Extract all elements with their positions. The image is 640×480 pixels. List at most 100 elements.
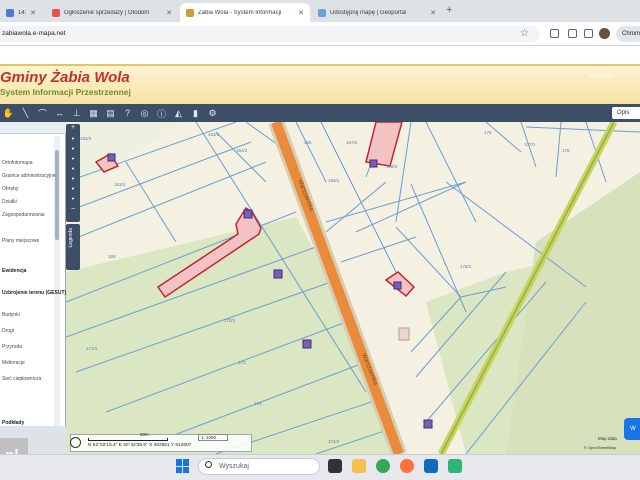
- windows-start-icon[interactable]: [176, 459, 190, 473]
- layer-item[interactable]: Działki: [2, 199, 17, 205]
- file-explorer-icon[interactable]: [352, 459, 366, 473]
- print-icon[interactable]: ▤: [102, 104, 119, 122]
- site-subtitle: System Informacji Przestrzennej: [0, 87, 131, 97]
- browser-tab-active[interactable]: Żabia Wola - System Informacji ✕: [180, 3, 310, 22]
- search-icon: [205, 461, 212, 468]
- profile-avatar[interactable]: [599, 28, 610, 39]
- zoom-level-step[interactable]: •: [69, 196, 77, 203]
- layer-item[interactable]: Uzbrojenie terenu (GESUT): [2, 290, 66, 296]
- parcel-label: 168/3: [386, 164, 398, 169]
- zoom-level-step[interactable]: •: [69, 176, 77, 183]
- measure-area-icon[interactable]: ⌒: [34, 104, 51, 122]
- zoom-level-step[interactable]: •: [69, 136, 77, 143]
- parcel-label: 169: [108, 254, 116, 259]
- parcel-label: 174/2: [328, 439, 340, 444]
- layer-item[interactable]: Granice administracyjne: [2, 173, 56, 179]
- bookmark-star-icon[interactable]: ☆: [520, 28, 529, 39]
- profile-menu-button[interactable]: Chrome: [616, 26, 640, 42]
- grid-icon[interactable]: ▦: [85, 104, 102, 122]
- parcel-label: 176: [484, 130, 492, 135]
- distance-icon[interactable]: ↔: [51, 104, 68, 122]
- taskbar-search-input[interactable]: Wyszukaj: [198, 458, 320, 475]
- info-icon[interactable]: ⓘ: [153, 104, 170, 122]
- tab-label: Udostępnij mapę | Geoportal: [330, 9, 407, 16]
- parcel-label: 164/2: [236, 148, 248, 153]
- help-icon[interactable]: ?: [119, 104, 136, 122]
- layer-item[interactable]: Plany miejscowe: [2, 238, 39, 244]
- store-icon[interactable]: [448, 459, 462, 473]
- building-marker: [302, 339, 312, 349]
- tab-label: 14:51: [18, 9, 26, 16]
- building-outline: [398, 327, 410, 341]
- outlook-icon[interactable]: [424, 459, 438, 473]
- zoom-in-button[interactable]: +: [69, 124, 77, 131]
- browser-tab[interactable]: 14:51 ✕: [0, 3, 42, 22]
- building-marker: [243, 209, 253, 219]
- building-marker: [393, 281, 402, 290]
- parcel-label: 178: [562, 148, 570, 153]
- header-right-text: e-mapa.net: [590, 73, 613, 78]
- close-icon[interactable]: ✕: [166, 9, 172, 17]
- scale-select[interactable]: 1: 1000: [198, 434, 228, 441]
- layer-item[interactable]: Budynki: [2, 312, 20, 318]
- extension-icon[interactable]: [550, 29, 559, 38]
- zoom-level-step[interactable]: •: [69, 166, 77, 173]
- new-tab-button[interactable]: +: [446, 4, 452, 16]
- layer-item[interactable]: Drogi: [2, 328, 14, 334]
- zoom-level-step[interactable]: •: [69, 156, 77, 163]
- pin-icon[interactable]: ⊥: [68, 104, 85, 122]
- building-marker: [273, 269, 283, 279]
- close-icon[interactable]: ✕: [298, 9, 304, 17]
- layer-item[interactable]: Sieć ciepłownicza: [2, 376, 41, 382]
- parcel-label: 163/3: [80, 136, 92, 141]
- layer-item[interactable]: Obręby: [2, 186, 18, 192]
- layers-scrollbar-thumb[interactable]: [55, 150, 59, 240]
- taskbar: [0, 454, 640, 480]
- close-icon[interactable]: ✕: [30, 9, 36, 17]
- tab-label: Ogłoszenie sprzedaży | Otodom: [64, 9, 150, 16]
- building-marker: [423, 419, 433, 429]
- site-title: Gminy Żabia Wola: [0, 69, 130, 86]
- close-icon[interactable]: ✕: [430, 9, 436, 17]
- browser-tab[interactable]: Udostępnij mapę | Geoportal ✕: [312, 3, 442, 22]
- chart-icon[interactable]: ▮: [187, 104, 204, 122]
- pan-icon[interactable]: ✋: [0, 104, 17, 122]
- parcel-label: 167/2: [346, 140, 358, 145]
- parcel-label: 165: [304, 140, 312, 145]
- map-assistant-button[interactable]: W: [624, 418, 640, 440]
- measure-line-icon[interactable]: ╲: [17, 104, 34, 122]
- url-input[interactable]: zabiawola.e-mapa.net: [0, 26, 540, 42]
- parcel-label: 171/1: [86, 346, 98, 351]
- parcel-label: 163/4: [114, 182, 126, 187]
- parcel-label: 166/1: [328, 178, 340, 183]
- task-view-icon[interactable]: [328, 459, 342, 473]
- layers-icon[interactable]: ◭: [170, 104, 187, 122]
- legend-label: Legenda: [68, 228, 74, 248]
- layer-item[interactable]: Przyroda: [2, 344, 22, 350]
- parcel-label: 170/1: [224, 318, 236, 323]
- map-canvas[interactable]: Warszawska Warszawska 163/3 163/4 163/5 …: [66, 122, 640, 454]
- description-button[interactable]: Opis: [612, 107, 640, 119]
- layer-item[interactable]: Melioracje: [2, 360, 25, 366]
- puzzle-icon[interactable]: [568, 29, 577, 38]
- layer-item[interactable]: Zagospodarowania: [2, 212, 45, 218]
- zoom-icon[interactable]: ◎: [136, 104, 153, 122]
- sidepanel-icon[interactable]: [584, 29, 593, 38]
- settings-icon[interactable]: ⚙: [204, 104, 221, 122]
- doc-icon: [6, 8, 14, 17]
- globe-icon[interactable]: [70, 437, 81, 448]
- otodom-icon: [52, 8, 60, 17]
- zoom-level-step[interactable]: •: [69, 146, 77, 153]
- layer-item[interactable]: Ortofotomapa: [2, 160, 33, 166]
- scale-bar: [88, 438, 168, 441]
- layer-item[interactable]: Ewidencja: [2, 268, 26, 274]
- browser-tab[interactable]: Ogłoszenie sprzedaży | Otodom ✕: [46, 3, 178, 22]
- zoom-out-button[interactable]: −: [69, 206, 77, 213]
- tab-label: Żabia Wola - System Informacji: [198, 9, 282, 16]
- map-attribution: Map data: [598, 436, 617, 441]
- share-icon: [318, 8, 326, 17]
- parcel-label: 172: [238, 360, 246, 365]
- chrome-icon[interactable]: [376, 459, 390, 473]
- firefox-icon[interactable]: [400, 459, 414, 473]
- zoom-level-step[interactable]: •: [69, 186, 77, 193]
